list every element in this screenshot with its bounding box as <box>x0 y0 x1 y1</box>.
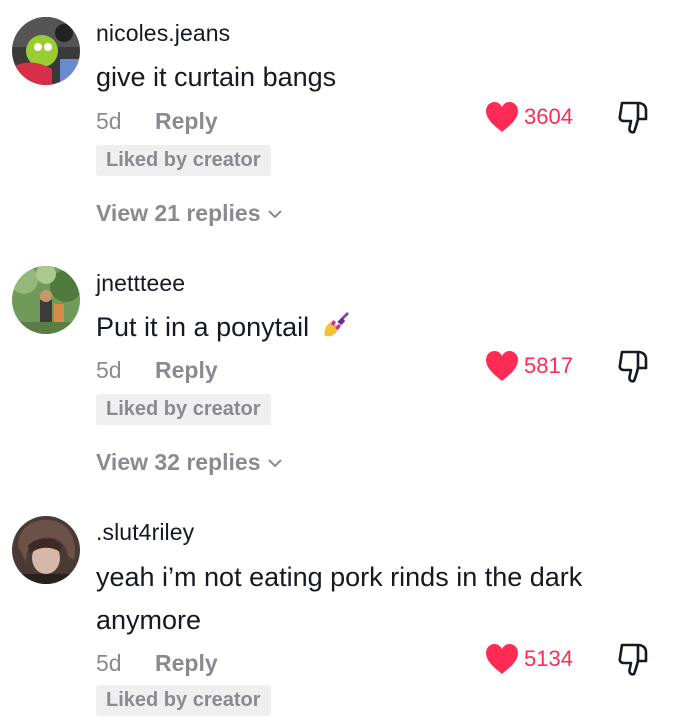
comment-username[interactable]: nicoles.jeans <box>96 20 230 47</box>
avatar-image <box>12 516 80 584</box>
comment-text: give it curtain bangs <box>96 62 337 92</box>
view-replies-button[interactable]: View 32 replies <box>96 449 283 476</box>
comment-time: 5d <box>96 650 122 676</box>
heart-icon <box>486 644 518 674</box>
like-button[interactable]: 3604 <box>484 101 573 133</box>
dislike-icon[interactable] <box>616 348 652 386</box>
avatar[interactable] <box>12 17 80 85</box>
comment-username[interactable]: .slut4riley <box>96 519 194 546</box>
view-replies-label: View 32 replies <box>96 449 261 475</box>
like-count: 5134 <box>524 646 573 671</box>
liked-by-creator-badge: Liked by creator <box>96 394 271 425</box>
like-button[interactable]: 5134 <box>484 643 573 675</box>
view-replies-label: View 21 replies <box>96 200 261 226</box>
comment-text: Put it in a ponytail <box>96 306 656 349</box>
heart-icon <box>486 102 518 132</box>
chevron-down-icon <box>267 209 282 218</box>
nail-polish-icon <box>324 312 349 337</box>
comment-time: 5d <box>96 108 122 134</box>
heart-icon <box>486 351 518 381</box>
chevron-down-icon <box>267 458 282 467</box>
avatar-image <box>12 17 80 85</box>
like-button[interactable]: 5817 <box>484 350 573 382</box>
like-count: 5817 <box>524 353 573 378</box>
like-count: 3604 <box>524 104 573 129</box>
dislike-icon[interactable] <box>616 641 652 679</box>
avatar[interactable] <box>12 516 80 584</box>
liked-by-creator-badge: Liked by creator <box>96 145 271 176</box>
comment-text-content: Put it in a ponytail <box>96 312 310 342</box>
dislike-icon[interactable] <box>616 99 652 137</box>
avatar-image <box>12 266 80 334</box>
reply-button[interactable]: Reply <box>155 650 218 677</box>
avatar[interactable] <box>12 266 80 334</box>
reply-button[interactable]: Reply <box>155 357 218 384</box>
reply-button[interactable]: Reply <box>155 108 218 135</box>
comment-username[interactable]: jnettteee <box>96 270 185 297</box>
liked-by-creator-badge: Liked by creator <box>96 685 271 716</box>
comment-time: 5d <box>96 357 122 383</box>
comment-text: yeah i’m not eating pork rinds in the da… <box>96 562 583 635</box>
view-replies-button[interactable]: View 21 replies <box>96 200 283 227</box>
